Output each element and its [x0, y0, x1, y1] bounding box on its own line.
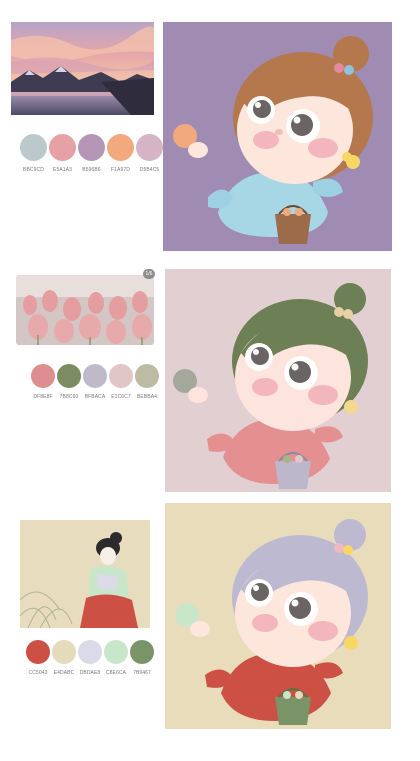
- swatch-circle: [52, 640, 76, 664]
- swatch: DBDAE8: [78, 640, 102, 676]
- swatch-circle: [130, 640, 154, 664]
- swatch-hex-code: BEBBA4: [136, 394, 158, 400]
- color-palette-2: DF8E8F 7B8C60 BFBACA E1C6C7 BEBBA4: [31, 364, 159, 400]
- swatch-circle: [49, 134, 76, 161]
- swatch: CC5043: [26, 640, 50, 676]
- swatch: E4DABC: [52, 640, 76, 676]
- swatch: BBC9CD: [20, 134, 47, 173]
- swatch-hex-code: D5B4C5: [139, 167, 160, 173]
- swatch-circle: [26, 640, 50, 664]
- reference-photo-ukiyo-e-woman: [20, 520, 150, 628]
- swatch: 7B9467: [130, 640, 154, 676]
- swatch: B596B6: [78, 134, 105, 173]
- swatch-hex-code: B596B6: [82, 167, 101, 173]
- swatch: DF8E8F: [31, 364, 55, 400]
- swatch-hex-code: 7B8C60: [59, 394, 79, 400]
- character-illustration-3: [165, 503, 391, 729]
- color-palette-3: CC5043 E4DABC DBDAE8 C8E6CA 7B9467: [26, 640, 154, 676]
- swatch-hex-code: DF8E8F: [33, 394, 53, 400]
- swatch-hex-code: DBDAE8: [79, 670, 101, 676]
- reference-photo-tulips: [16, 275, 154, 345]
- swatch-circle: [78, 640, 102, 664]
- swatch-hex-code: E1C6C7: [111, 394, 131, 400]
- swatch-hex-code: E4DABC: [53, 670, 75, 676]
- swatch: C8E6CA: [104, 640, 128, 676]
- character-illustration-2: [165, 269, 391, 492]
- image-count-badge[interactable]: 1/6: [143, 269, 155, 279]
- swatch-circle: [109, 364, 133, 388]
- swatch-hex-code: CC5043: [28, 670, 48, 676]
- character-illustration-1: [163, 22, 392, 251]
- swatch-circle: [31, 364, 55, 388]
- swatch-circle: [83, 364, 107, 388]
- reference-photo-landscape: [11, 22, 154, 115]
- swatch-circle: [57, 364, 81, 388]
- swatch-hex-code: C8E6CA: [105, 670, 127, 676]
- swatch-circle: [136, 134, 163, 161]
- swatch-hex-code: E5A1A3: [53, 167, 72, 173]
- swatch: E5A1A3: [49, 134, 76, 173]
- swatch: E1C6C7: [109, 364, 133, 400]
- swatch-circle: [107, 134, 134, 161]
- swatch-hex-code: 7B9467: [133, 670, 151, 676]
- swatch-hex-code: BBC9CD: [23, 167, 44, 173]
- swatch: D5B4C5: [136, 134, 163, 173]
- swatch-hex-code: F1A97D: [111, 167, 130, 173]
- swatch-hex-code: BFBACA: [84, 394, 106, 400]
- color-palette-1: BBC9CD E5A1A3 B596B6 F1A97D D5B4C5: [20, 134, 163, 173]
- swatch: BEBBA4: [135, 364, 159, 400]
- swatch-circle: [104, 640, 128, 664]
- swatch: 7B8C60: [57, 364, 81, 400]
- swatch-circle: [135, 364, 159, 388]
- swatch: F1A97D: [107, 134, 134, 173]
- swatch-circle: [20, 134, 47, 161]
- swatch: BFBACA: [83, 364, 107, 400]
- swatch-circle: [78, 134, 105, 161]
